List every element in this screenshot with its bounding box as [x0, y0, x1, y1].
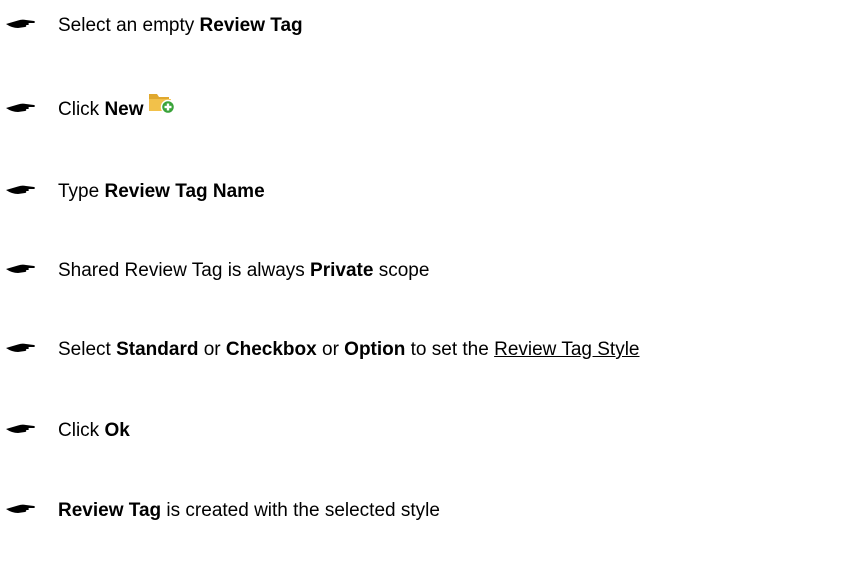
- folder-add-icon: [147, 89, 177, 115]
- step-5: Select Standard or Checkbox or Option to…: [0, 334, 856, 366]
- pointing-hand-icon: [6, 183, 36, 197]
- pointing-hand-icon: [6, 341, 36, 355]
- step-6-text: Click Ok: [58, 420, 130, 441]
- pointing-hand-icon: [6, 262, 36, 276]
- step-2-text: Click New: [58, 93, 177, 126]
- step-3-text: Type Review Tag Name: [58, 181, 265, 202]
- step-5-text: Select Standard or Checkbox or Option to…: [58, 339, 640, 360]
- step-2: Click New: [0, 93, 856, 126]
- review-tag-style-link[interactable]: Review Tag Style: [494, 339, 639, 360]
- step-4: Shared Review Tag is always Private scop…: [0, 255, 856, 287]
- pointing-hand-icon: [6, 502, 36, 516]
- step-6: Click Ok: [0, 415, 856, 447]
- pointing-hand-icon: [6, 17, 36, 31]
- step-1: Select an empty Review Tag: [0, 10, 856, 42]
- instruction-steps: Select an empty Review Tag Click New Typ…: [0, 0, 856, 572]
- step-3: Type Review Tag Name: [0, 176, 856, 208]
- step-4-text: Shared Review Tag is always Private scop…: [58, 260, 430, 281]
- step-7-text: Review Tag is created with the selected …: [58, 500, 440, 521]
- pointing-hand-icon: [6, 101, 36, 115]
- step-7: Review Tag is created with the selected …: [0, 495, 856, 527]
- step-1-text: Select an empty Review Tag: [58, 15, 303, 36]
- pointing-hand-icon: [6, 422, 36, 436]
